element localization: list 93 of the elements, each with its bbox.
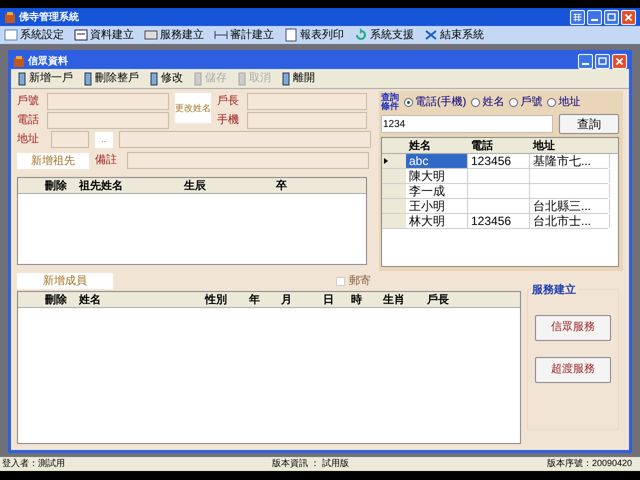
service-button[interactable]: 信眾服務 bbox=[535, 314, 611, 340]
circular-arrow-icon bbox=[354, 28, 368, 42]
field-label: 電話 bbox=[17, 113, 40, 128]
table-row[interactable]: abc 123456 基隆市七... bbox=[382, 154, 608, 169]
ruler-icon bbox=[214, 28, 228, 42]
radio-option[interactable]: 電話(手機) bbox=[404, 94, 466, 110]
table-cell: 123456 bbox=[468, 214, 530, 228]
form-icon bbox=[74, 28, 88, 42]
input-field[interactable] bbox=[47, 93, 169, 110]
input-field[interactable] bbox=[51, 131, 89, 148]
grid-button[interactable] bbox=[570, 10, 585, 24]
close-button[interactable] bbox=[621, 10, 636, 24]
column-header: 年 bbox=[248, 292, 261, 307]
search-label: 查詢條件 bbox=[381, 93, 399, 111]
panel-icon bbox=[4, 28, 18, 42]
window-title: 佛寺管理系統 bbox=[19, 10, 79, 24]
card-icon bbox=[144, 28, 158, 42]
column-header: 刪除 bbox=[44, 178, 68, 193]
row-pointer-icon bbox=[384, 158, 388, 164]
table-cell: 基隆市七... bbox=[530, 154, 610, 168]
field-label: 備註 bbox=[95, 152, 118, 168]
table-cell: 李一成 bbox=[406, 184, 468, 198]
table-cell: 林大明 bbox=[406, 214, 468, 228]
input-field[interactable] bbox=[118, 131, 371, 148]
toolbar-button[interactable]: 刪除整戶 bbox=[79, 70, 141, 87]
column-header: 電話 bbox=[470, 138, 494, 153]
input-field[interactable] bbox=[247, 93, 367, 110]
field-label: 地址 bbox=[17, 132, 40, 148]
toolbar-button[interactable]: 離開 bbox=[277, 70, 317, 87]
close-button[interactable] bbox=[612, 54, 627, 68]
input-field[interactable] bbox=[47, 112, 169, 129]
service-button[interactable]: 超渡服務 bbox=[535, 356, 611, 382]
status-text: 版本資訊 ： 試用版 bbox=[272, 457, 350, 470]
input-field[interactable] bbox=[247, 112, 367, 129]
maximize-button[interactable] bbox=[604, 10, 619, 24]
menu-item[interactable]: 結束系統 bbox=[424, 26, 484, 44]
field-label: 手機 bbox=[217, 113, 240, 128]
column-header: 時 bbox=[350, 292, 363, 307]
table-row[interactable]: 陳大明 bbox=[382, 169, 608, 184]
field-label: 戶長 bbox=[217, 94, 240, 110]
rename-button[interactable]: 更改姓名 bbox=[175, 93, 211, 123]
app-icon bbox=[4, 10, 16, 24]
column-header: 日 bbox=[322, 293, 335, 307]
minimize-button[interactable] bbox=[587, 10, 602, 24]
table-cell: 123456 bbox=[468, 154, 530, 168]
radio-option[interactable]: 姓名 bbox=[471, 94, 504, 110]
search-field[interactable]: 1234 bbox=[381, 115, 553, 133]
table-row[interactable]: 林大明 123456 台北市士... bbox=[382, 214, 608, 229]
column-header: 月 bbox=[280, 293, 293, 307]
column-header: 性別 bbox=[204, 292, 228, 307]
table-cell: 台北市士... bbox=[530, 214, 610, 228]
status-text: 登入者：測試用 bbox=[2, 457, 66, 470]
field-label: 戶號 bbox=[17, 94, 40, 110]
minimize-icon bbox=[591, 19, 598, 21]
toolbar-button[interactable]: 修改 bbox=[145, 70, 185, 87]
search-button[interactable]: 查詢 bbox=[559, 114, 619, 134]
browse-button[interactable]: .. bbox=[95, 132, 113, 148]
document-icon bbox=[284, 28, 298, 42]
mail-checkbox[interactable]: 郵寄 bbox=[336, 272, 371, 290]
add-member-button[interactable]: 新增成員 bbox=[17, 273, 113, 289]
add-ancestor-button[interactable]: 新增祖先 bbox=[17, 152, 89, 168]
table-cell: 王小明 bbox=[406, 199, 468, 213]
toolbar-button[interactable]: 新增一戶 bbox=[13, 70, 75, 87]
app-icon bbox=[13, 54, 25, 68]
column-header: 生肖 bbox=[382, 292, 406, 307]
menu-item[interactable]: 服務建立 bbox=[144, 26, 204, 44]
minimize-icon bbox=[582, 63, 589, 65]
cross-icon bbox=[424, 28, 438, 42]
column-header: 姓名 bbox=[408, 138, 432, 153]
radio-option[interactable]: 戶號 bbox=[509, 94, 542, 110]
radio-option[interactable]: 地址 bbox=[547, 94, 580, 110]
table-row[interactable]: 王小明 台北縣三... bbox=[382, 199, 608, 214]
table-row[interactable]: 李一成 bbox=[382, 184, 608, 199]
menu-item[interactable]: 報表列印 bbox=[284, 26, 344, 44]
window-title: 信眾資料 bbox=[28, 54, 68, 68]
minimize-button[interactable] bbox=[578, 54, 593, 68]
column-header: 刪除 bbox=[44, 292, 68, 307]
status-text: 版本序號：20090420 bbox=[546, 457, 633, 470]
column-header: 地址 bbox=[532, 138, 556, 153]
column-header: 生辰 bbox=[182, 178, 207, 193]
table-cell: 陳大明 bbox=[406, 169, 468, 183]
column-header: 祖先姓名 bbox=[78, 178, 124, 193]
maximize-button[interactable] bbox=[595, 54, 610, 68]
table-cell: 台北縣三... bbox=[530, 199, 610, 213]
column-header: 戶長 bbox=[426, 292, 450, 307]
menu-item[interactable]: 審計建立 bbox=[214, 26, 274, 44]
table-cell: abc bbox=[406, 154, 468, 168]
input-field[interactable] bbox=[127, 152, 369, 169]
menu-item[interactable]: 資料建立 bbox=[74, 26, 134, 44]
menu-item[interactable]: 系統支援 bbox=[354, 26, 414, 44]
menu-item[interactable]: 系統設定 bbox=[4, 26, 64, 44]
column-header: 卒 bbox=[275, 178, 288, 193]
column-header: 姓名 bbox=[78, 292, 102, 307]
